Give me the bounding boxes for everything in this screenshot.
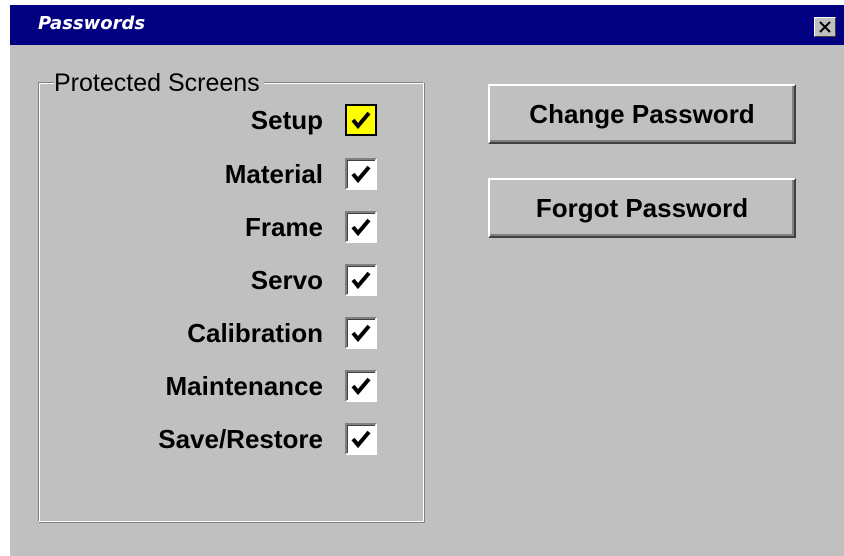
checkbox-setup[interactable] — [345, 104, 377, 136]
item-label: Servo — [250, 265, 323, 295]
window-title: Passwords — [38, 13, 146, 34]
close-icon — [819, 21, 831, 33]
change-password-button[interactable]: Change Password — [488, 84, 796, 144]
protected-item-servo: Servo — [100, 260, 385, 300]
checkmark-icon — [351, 218, 371, 237]
checkbox-save-restore[interactable] — [345, 423, 377, 455]
checkmark-icon — [351, 430, 371, 449]
protected-item-setup: Setup — [100, 100, 385, 140]
checkbox-frame[interactable] — [345, 211, 377, 243]
checkbox-maintenance[interactable] — [345, 370, 377, 402]
item-label: Material — [224, 159, 323, 189]
protected-item-save-restore: Save/Restore — [100, 419, 385, 459]
protected-item-maintenance: Maintenance — [100, 366, 385, 406]
protected-item-material: Material — [100, 154, 385, 194]
group-title: Protected Screens — [54, 68, 264, 98]
checkbox-servo[interactable] — [345, 264, 377, 296]
checkmark-icon — [351, 324, 371, 343]
checkmark-icon — [351, 111, 371, 130]
checkmark-icon — [351, 377, 371, 396]
item-label: Save/Restore — [158, 424, 323, 454]
protected-item-calibration: Calibration — [100, 313, 385, 353]
checkbox-material[interactable] — [345, 158, 377, 190]
protected-item-frame: Frame — [100, 207, 385, 247]
item-label: Calibration — [187, 318, 323, 348]
checkmark-icon — [351, 165, 371, 184]
forgot-password-button[interactable]: Forgot Password — [488, 178, 796, 238]
item-label: Maintenance — [165, 371, 324, 401]
checkmark-icon — [351, 271, 371, 290]
checkbox-calibration[interactable] — [345, 317, 377, 349]
title-bar: Passwords — [10, 5, 844, 45]
item-label: Frame — [244, 212, 323, 242]
close-button[interactable] — [814, 17, 836, 37]
item-label: Setup — [250, 105, 323, 135]
